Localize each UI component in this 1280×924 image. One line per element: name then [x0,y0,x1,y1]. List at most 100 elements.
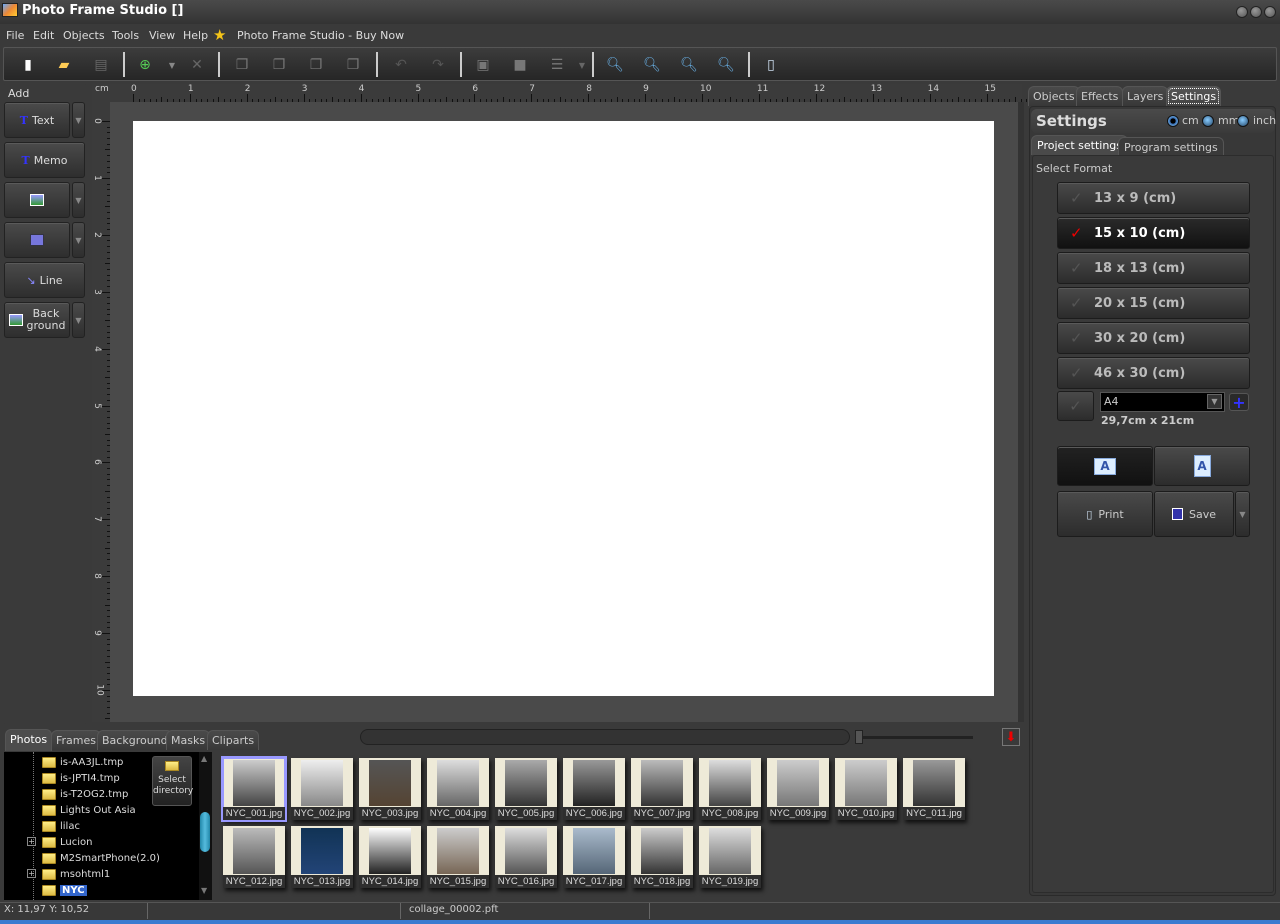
ungroup-icon[interactable]: ■ [510,55,530,75]
tab-layers[interactable]: Layers [1122,86,1169,106]
photo-thumbnail[interactable]: NYC_009.jpg [767,758,829,820]
zoom-fit-icon[interactable]: 🔍︎ [605,55,625,75]
add-dropdown-icon[interactable]: ▼ [162,55,182,75]
tree-item[interactable]: is-JPTI4.tmp [42,770,120,786]
portrait-button[interactable]: A [1154,446,1250,486]
unit-cm-radio[interactable] [1167,115,1179,127]
expand-icon[interactable]: + [27,869,36,878]
redo-icon[interactable]: ↷ [428,55,448,75]
menu-objects[interactable]: Objects [63,29,105,42]
photo-thumbnail[interactable]: NYC_014.jpg [359,826,421,888]
photo-thumbnail[interactable]: NYC_008.jpg [699,758,761,820]
save-dropdown-button[interactable]: ▼ [1235,491,1250,537]
tab-program-settings[interactable]: Program settings [1118,137,1224,155]
tab-frames[interactable]: Frames [51,730,102,750]
tree-item[interactable]: Lucion [42,834,92,850]
photo-thumbnail[interactable]: NYC_018.jpg [631,826,693,888]
photo-thumbnail[interactable]: NYC_004.jpg [427,758,489,820]
add-background-button[interactable]: Back ground [4,302,70,338]
tab-background[interactable]: Background [97,730,173,750]
scroll-up-icon[interactable]: ▲ [201,754,207,763]
photo-thumbnail[interactable]: NYC_002.jpg [291,758,353,820]
add-line-button[interactable]: ↘ Line [4,262,85,298]
save-disabled-icon[interactable]: ▤ [91,55,111,75]
canvas-scrollbar[interactable] [1018,102,1024,722]
photo-thumbnail[interactable]: NYC_019.jpg [699,826,761,888]
scroll-down-icon[interactable]: ▼ [201,886,207,895]
undo-icon[interactable]: ↶ [391,55,411,75]
send-back-icon[interactable]: ❐ [343,55,363,75]
add-format-button[interactable]: + [1229,393,1249,412]
select-directory-button[interactable]: Select directory [152,756,193,806]
add-image-button[interactable] [4,182,70,218]
format-button[interactable]: ✓ 18 x 13 (cm) [1057,252,1250,284]
bring-front-icon[interactable]: ❐ [232,55,252,75]
menu-file[interactable]: File [6,29,24,42]
photo-thumbnail[interactable]: NYC_006.jpg [563,758,625,820]
format-button-selected[interactable]: ✓ 15 x 10 (cm) [1057,217,1250,249]
photo-thumbnail[interactable]: NYC_013.jpg [291,826,353,888]
tab-photos[interactable]: Photos [5,729,53,751]
landscape-button[interactable]: A [1057,446,1153,486]
custom-format-check-button[interactable]: ✓ [1057,391,1094,421]
minimize-button[interactable] [1236,6,1248,18]
tree-item[interactable]: lilac [42,818,80,834]
tree-item[interactable]: msohtml1 [42,866,110,882]
photo-thumbnail[interactable]: NYC_010.jpg [835,758,897,820]
bring-forward-icon[interactable]: ❐ [269,55,289,75]
unit-mm-radio[interactable] [1202,115,1214,127]
tab-project-settings[interactable]: Project settings [1031,135,1128,155]
photo-thumbnail[interactable]: NYC_007.jpg [631,758,693,820]
photo-thumbnail[interactable]: NYC_005.jpg [495,758,557,820]
zoom-out-icon[interactable]: 🔍︎ [679,55,699,75]
zoom-100-icon[interactable]: 🔍︎ [642,55,662,75]
scrollbar-thumb[interactable] [200,812,210,852]
format-button[interactable]: ✓ 20 x 15 (cm) [1057,287,1250,319]
thumbnail-size-slider[interactable] [858,736,973,739]
add-shape-button[interactable] [4,222,70,258]
image-dropdown-button[interactable]: ▼ [72,182,85,218]
tab-effects[interactable]: Effects [1076,86,1124,106]
shape-dropdown-button[interactable]: ▼ [72,222,85,258]
tab-cliparts[interactable]: Cliparts [207,730,260,750]
format-button[interactable]: ✓ 13 x 9 (cm) [1057,182,1250,214]
tab-masks[interactable]: Masks [166,730,211,750]
zoom-in-icon[interactable]: 🔍︎ [716,55,736,75]
photo-thumbnail[interactable]: NYC_011.jpg [903,758,965,820]
photo-thumbnail[interactable]: NYC_001.jpg [221,756,287,822]
save-button[interactable]: Save [1154,491,1234,537]
photo-thumbnail[interactable]: NYC_012.jpg [223,826,285,888]
photo-canvas[interactable] [133,121,994,696]
add-text-button[interactable]: T Text [4,102,70,138]
send-backward-icon[interactable]: ❐ [306,55,326,75]
tree-item[interactable]: is-T2OG2.tmp [42,786,128,802]
maximize-button[interactable] [1250,6,1262,18]
buy-now-link[interactable]: Photo Frame Studio - Buy Now [237,29,404,42]
photo-thumbnail[interactable]: NYC_016.jpg [495,826,557,888]
print-preview-icon[interactable]: ▯ [761,55,781,75]
text-dropdown-button[interactable]: ▼ [72,102,85,138]
tab-settings[interactable]: Settings [1166,86,1222,106]
background-dropdown-button[interactable]: ▼ [72,302,85,338]
format-button[interactable]: ✓ 46 x 30 (cm) [1057,357,1250,389]
arrow-down-icon[interactable]: ⬇ [1002,728,1020,746]
print-button[interactable]: ▯ Print [1057,491,1153,537]
tree-item[interactable]: M2SmartPhone(2.0) [42,850,160,866]
tree-item[interactable]: NYC [42,882,87,898]
group-icon[interactable]: ▣ [473,55,493,75]
open-icon[interactable]: ▰ [54,55,74,75]
slider-handle[interactable] [855,730,863,744]
photo-thumbnail[interactable]: NYC_003.jpg [359,758,421,820]
unit-inch-radio[interactable] [1237,115,1249,127]
photo-thumbnail[interactable]: NYC_017.jpg [563,826,625,888]
chevron-down-icon[interactable]: ▼ [1207,394,1222,409]
delete-icon[interactable]: ✕ [187,55,207,75]
close-button[interactable] [1264,6,1276,18]
menu-help[interactable]: Help [183,29,208,42]
add-icon[interactable]: ⊕ [135,55,155,75]
tree-item[interactable]: is-AA3JL.tmp [42,754,123,770]
add-memo-button[interactable]: T Memo [4,142,85,178]
new-icon[interactable]: ▮ [18,55,38,75]
menu-tools[interactable]: Tools [112,29,139,42]
align-icon[interactable]: ☰ [547,55,567,75]
